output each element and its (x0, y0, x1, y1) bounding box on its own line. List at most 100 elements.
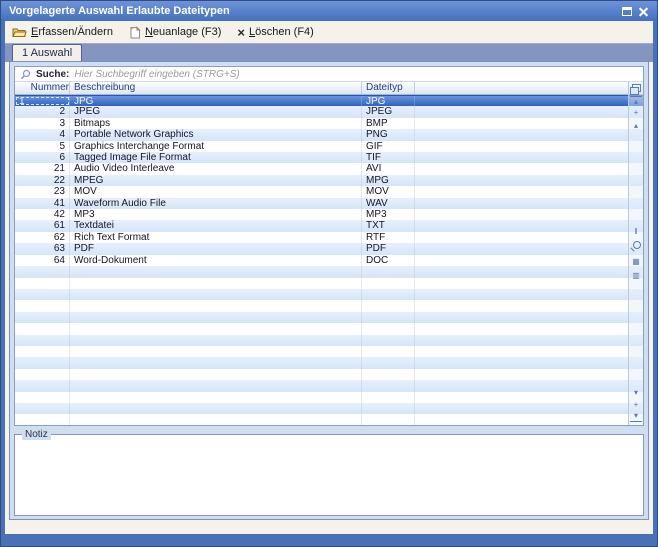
tab-auswahl[interactable]: 1 Auswahl (12, 44, 82, 62)
scroll-page-down-button[interactable]: + (630, 400, 642, 410)
cell-rest[interactable] (415, 414, 643, 425)
table-row[interactable]: 6Tagged Image File FormatTIF (15, 152, 643, 163)
table-row-empty[interactable] (15, 369, 643, 380)
cell-num[interactable] (15, 312, 70, 323)
cell-desc[interactable]: Rich Text Format (70, 232, 362, 243)
table-row[interactable]: 3BitmapsBMP (15, 118, 643, 129)
cell-type[interactable]: GIF (362, 141, 415, 152)
cell-type[interactable] (362, 323, 415, 334)
cell-desc[interactable]: MOV (70, 186, 362, 197)
cell-type[interactable] (362, 278, 415, 289)
cell-num[interactable]: 5 (15, 141, 70, 152)
cell-type[interactable]: JPG (362, 96, 415, 106)
column-header-empty[interactable] (415, 82, 643, 94)
cell-desc[interactable]: MPEG (70, 175, 362, 186)
cell-num[interactable]: 23 (15, 186, 70, 197)
cell-desc[interactable] (70, 289, 362, 300)
table-row-empty[interactable] (15, 323, 643, 334)
cell-num[interactable]: 2 (15, 106, 70, 117)
cell-type[interactable] (362, 312, 415, 323)
cell-type[interactable]: MP3 (362, 209, 415, 220)
cell-num[interactable] (15, 346, 70, 357)
delete-button[interactable]: × Löschen (F4) (237, 26, 313, 38)
cell-type[interactable] (362, 346, 415, 357)
cell-type[interactable]: TXT (362, 220, 415, 231)
search-input[interactable]: Hier Suchbegriff eingeben (STRG+S) (74, 69, 239, 80)
table-row[interactable]: 1JPGJPG (15, 95, 643, 106)
cell-type[interactable]: AVI (362, 163, 415, 174)
cell-type[interactable]: PNG (362, 129, 415, 140)
cell-type[interactable]: DOC (362, 255, 415, 266)
column-chooser-icon[interactable] (632, 84, 641, 92)
cell-rest[interactable] (415, 232, 643, 243)
cell-rest[interactable] (415, 357, 643, 368)
column-header-dateityp[interactable]: Dateityp (362, 82, 415, 94)
table-row-empty[interactable] (15, 300, 643, 311)
scroll-row-up-button[interactable]: ▴ (630, 121, 642, 131)
table-row[interactable]: 22MPEGMPG (15, 175, 643, 186)
cell-type[interactable]: MPG (362, 175, 415, 186)
cell-num[interactable]: 62 (15, 232, 70, 243)
cell-rest[interactable] (415, 335, 643, 346)
cell-desc[interactable] (70, 278, 362, 289)
table-row[interactable]: 21Audio Video InterleaveAVI (15, 163, 643, 174)
cell-num[interactable]: 21 (15, 163, 70, 174)
table-row-empty[interactable] (15, 380, 643, 391)
cell-type[interactable]: RTF (362, 232, 415, 243)
cell-rest[interactable] (415, 96, 643, 106)
cell-desc[interactable] (70, 312, 362, 323)
cell-rest[interactable] (415, 300, 643, 311)
cell-desc[interactable] (70, 300, 362, 311)
notiz-content[interactable] (19, 441, 639, 511)
table-row-empty[interactable] (15, 312, 643, 323)
cell-type[interactable]: JPEG (362, 106, 415, 117)
pin-view-button[interactable]: ‖ (630, 227, 642, 237)
cell-type[interactable] (362, 289, 415, 300)
cell-num[interactable]: 3 (15, 118, 70, 129)
table-row-empty[interactable] (15, 266, 643, 277)
cell-num[interactable]: 6 (15, 152, 70, 163)
cell-desc[interactable]: JPEG (70, 106, 362, 117)
cell-rest[interactable] (415, 278, 643, 289)
cell-num[interactable]: 42 (15, 209, 70, 220)
cell-desc[interactable]: Word-Dokument (70, 255, 362, 266)
zoom-button[interactable] (633, 241, 641, 249)
cell-num[interactable]: 63 (15, 243, 70, 254)
scroll-to-bottom-button[interactable]: ▾ (630, 411, 642, 422)
cell-rest[interactable] (415, 129, 643, 140)
cell-desc[interactable]: Portable Network Graphics (70, 129, 362, 140)
cell-desc[interactable] (70, 380, 362, 391)
cell-desc[interactable]: Textdatei (70, 220, 362, 231)
cell-desc[interactable] (70, 414, 362, 425)
cell-desc[interactable]: Waveform Audio File (70, 198, 362, 209)
cell-rest[interactable] (415, 266, 643, 277)
table-row-empty[interactable] (15, 403, 643, 414)
cell-desc[interactable]: Tagged Image File Format (70, 152, 362, 163)
restore-window-icon[interactable] (622, 7, 632, 16)
cell-num[interactable] (15, 403, 70, 414)
cell-desc[interactable] (70, 323, 362, 334)
edit-button[interactable]: Erfassen/Ändern (12, 26, 113, 38)
cell-rest[interactable] (415, 289, 643, 300)
cell-desc[interactable] (70, 392, 362, 403)
cell-rest[interactable] (415, 186, 643, 197)
cell-rest[interactable] (415, 369, 643, 380)
cell-type[interactable]: TIF (362, 152, 415, 163)
scroll-row-down-button[interactable]: ▾ (630, 388, 642, 398)
close-window-icon[interactable] (638, 6, 649, 17)
cell-num[interactable] (15, 392, 70, 403)
cell-num[interactable]: 22 (15, 175, 70, 186)
cell-rest[interactable] (415, 163, 643, 174)
cell-desc[interactable]: Bitmaps (70, 118, 362, 129)
cell-rest[interactable] (415, 209, 643, 220)
new-button[interactable]: Neuanlage (F3) (129, 26, 221, 39)
cell-num[interactable] (15, 300, 70, 311)
table-row[interactable]: 62Rich Text FormatRTF (15, 232, 643, 243)
cell-rest[interactable] (415, 392, 643, 403)
cell-desc[interactable] (70, 357, 362, 368)
cell-num[interactable]: 41 (15, 198, 70, 209)
cell-num[interactable]: 4 (15, 129, 70, 140)
cell-type[interactable] (362, 357, 415, 368)
cell-rest[interactable] (415, 346, 643, 357)
cell-type[interactable] (362, 266, 415, 277)
